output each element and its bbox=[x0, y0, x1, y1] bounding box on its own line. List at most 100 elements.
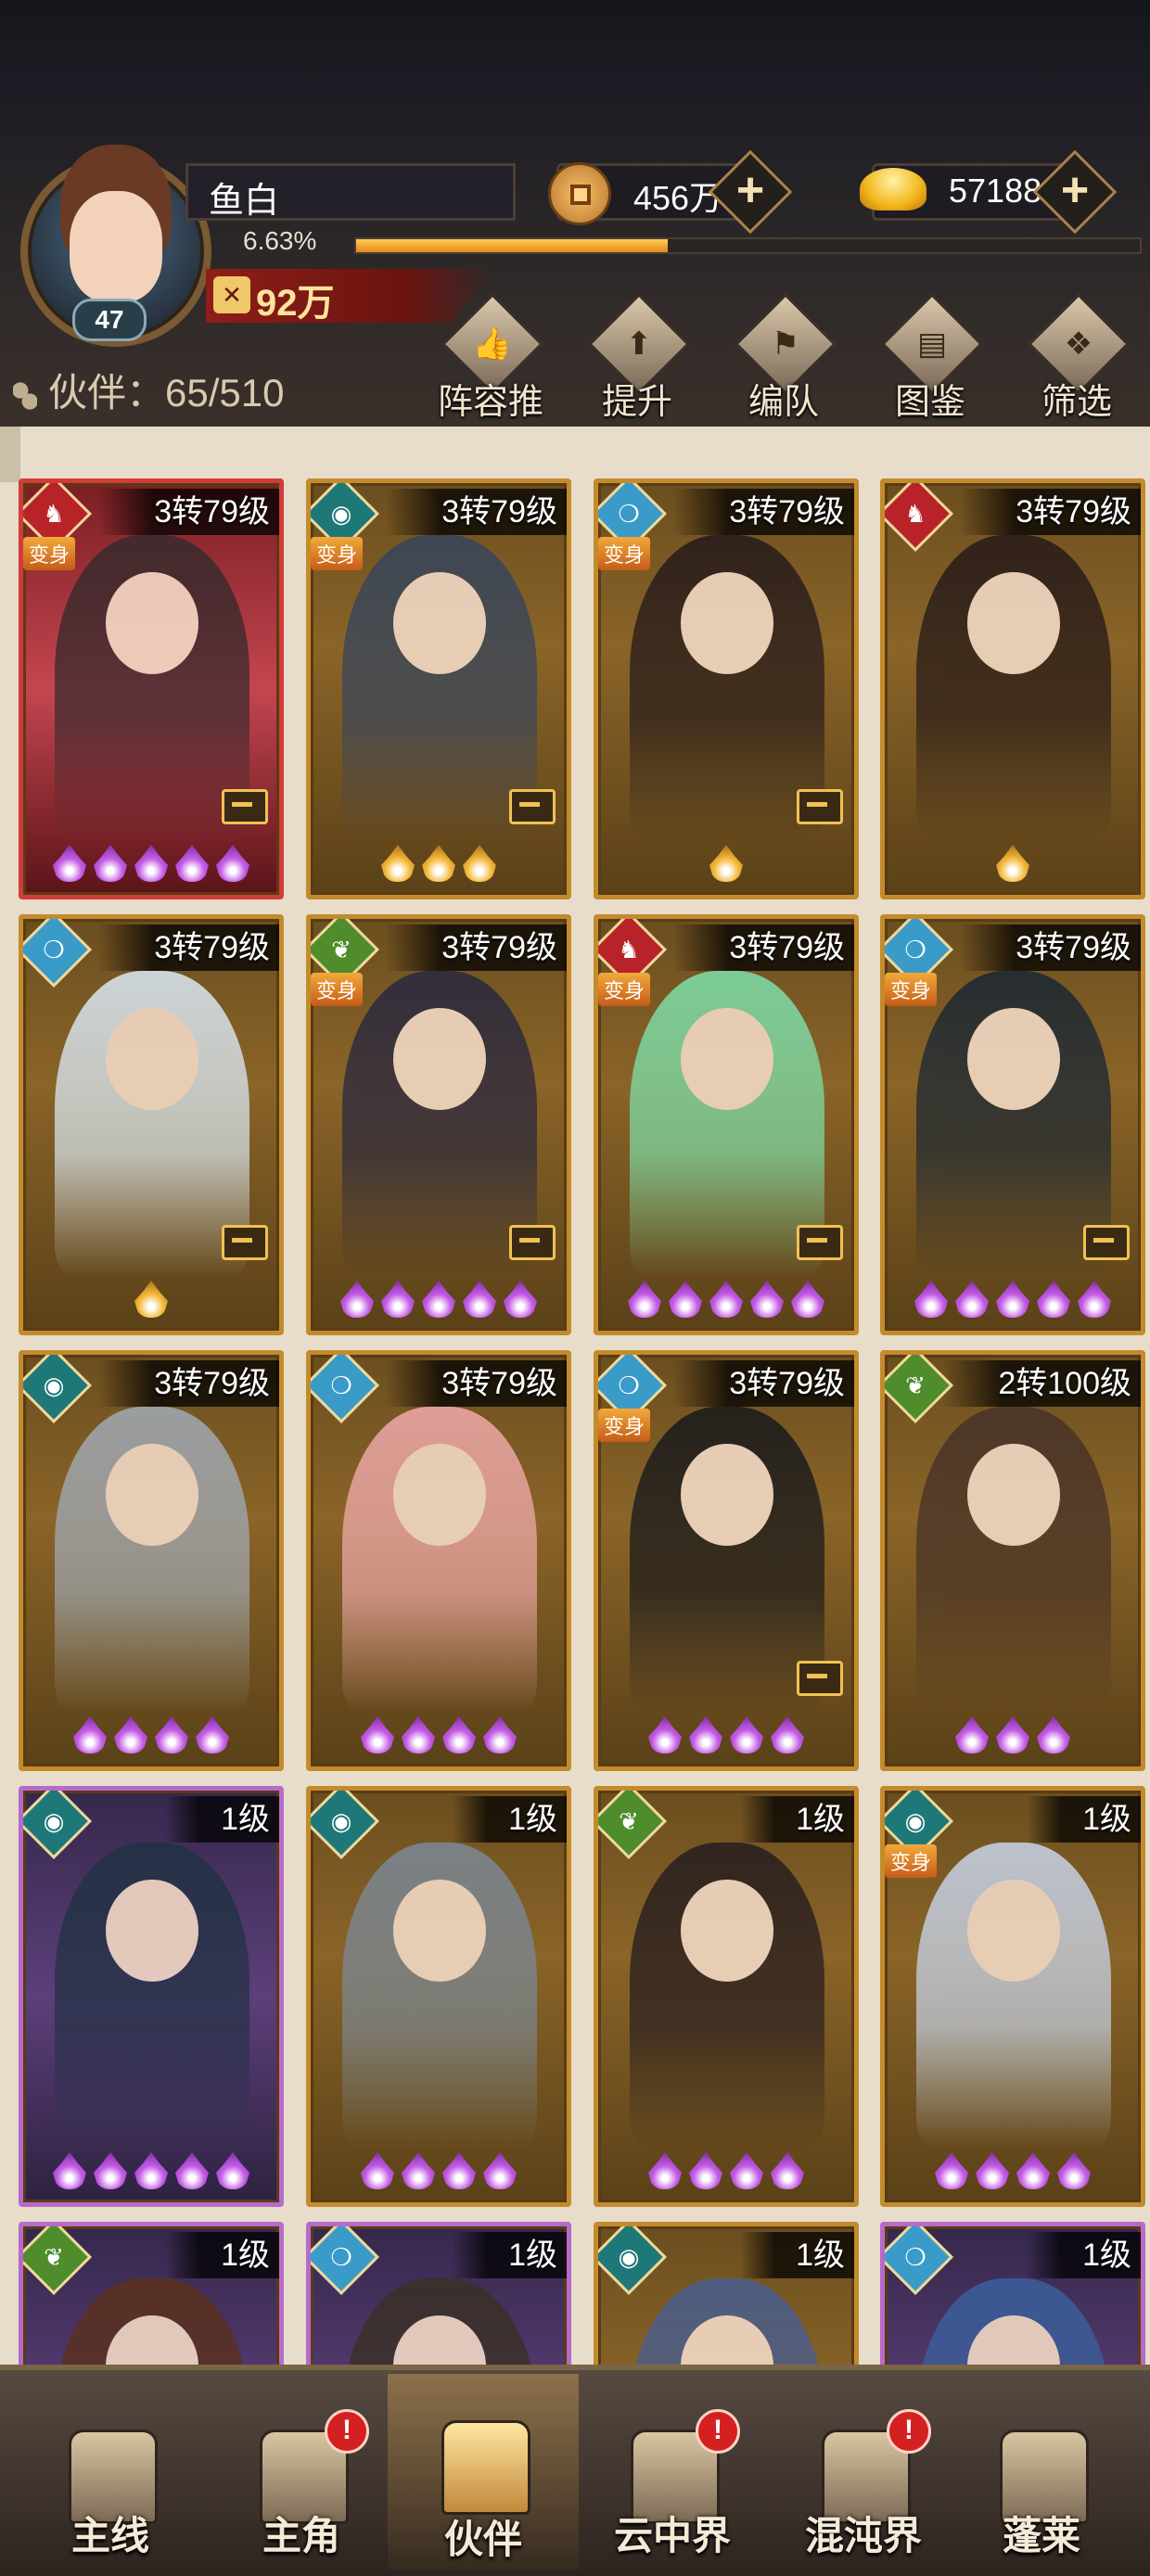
nav-tab-label: 蓬莱 bbox=[1002, 2513, 1080, 2558]
partner-portrait bbox=[342, 1843, 537, 2149]
nav-tab-4[interactable]: ! 混沌界 bbox=[768, 2409, 959, 2567]
water-element-icon: ❍ bbox=[23, 919, 93, 988]
star-flame-icon bbox=[134, 845, 168, 882]
transform-badge: 变身 bbox=[598, 973, 651, 1006]
transform-badge: 变身 bbox=[311, 973, 364, 1006]
element-glyph: ❦ bbox=[331, 936, 351, 963]
partner-portrait bbox=[916, 1407, 1111, 1713]
partner-grid[interactable]: 3转79级 ♞ 变身 3转79级 ◉ 变身 3转79级 ❍ 变身 3转79级 ♞ 3转79级 ❍ 3转79… bbox=[0, 427, 1150, 2365]
toolbar-button-filter[interactable]: ❖ 筛选 bbox=[1007, 292, 1146, 425]
transform-badge: 变身 bbox=[311, 537, 364, 570]
partner-card[interactable]: 3转79级 ❍ 变身 bbox=[594, 1350, 859, 1771]
element-glyph: ♞ bbox=[618, 936, 640, 963]
star-rating bbox=[311, 1716, 567, 1757]
star-flame-icon bbox=[689, 2152, 722, 2189]
star-flame-icon bbox=[402, 2152, 435, 2189]
partner-card[interactable]: 3转79级 ♞ bbox=[880, 478, 1145, 899]
partner-card[interactable]: 1级 ◉ 变身 bbox=[880, 1786, 1145, 2207]
nav-tab-icon bbox=[441, 2420, 530, 2515]
partner-card[interactable]: 3转79级 ❍ bbox=[306, 1350, 571, 1771]
equipment-icon bbox=[1083, 1225, 1130, 1260]
star-flame-icon bbox=[771, 1716, 804, 1753]
element-glyph: ❍ bbox=[618, 500, 640, 528]
partner-card[interactable]: 3转79级 ❍ 变身 bbox=[880, 914, 1145, 1335]
partner-card[interactable]: 2转100级 ❦ bbox=[880, 1350, 1145, 1771]
partner-card[interactable]: 1级 ◉ bbox=[19, 1786, 284, 2207]
toolbar-button-label: 编队 bbox=[748, 381, 819, 422]
partner-portrait bbox=[342, 1407, 537, 1713]
toolbar-button-codex[interactable]: ▤ 图鉴 bbox=[861, 292, 1000, 425]
element-glyph: ❍ bbox=[330, 2243, 352, 2271]
partner-level: 3转79级 bbox=[673, 925, 854, 971]
transform-badge: 变身 bbox=[885, 1844, 938, 1878]
alert-badge-icon: ! bbox=[696, 2409, 740, 2454]
element-glyph: ◉ bbox=[43, 1371, 65, 1399]
equipment-icon bbox=[509, 1225, 556, 1260]
star-rating bbox=[23, 845, 279, 886]
partner-card[interactable]: 3转79级 ❍ bbox=[19, 914, 284, 1335]
star-flame-icon bbox=[175, 845, 209, 882]
star-flame-icon bbox=[463, 845, 496, 882]
star-flame-icon bbox=[996, 1281, 1029, 1318]
water-element-icon: ❍ bbox=[311, 2226, 380, 2296]
star-flame-icon bbox=[175, 2152, 209, 2189]
toolbar-button-label: 提升 bbox=[601, 381, 672, 422]
partner-card[interactable]: 3转79级 ❦ 变身 bbox=[306, 914, 571, 1335]
nav-tab-3[interactable]: ! 云中界 bbox=[577, 2409, 768, 2567]
transform-badge: 变身 bbox=[23, 537, 76, 570]
partner-level: 1级 bbox=[453, 2232, 567, 2278]
nav-tab-2[interactable]: 伙伴 bbox=[388, 2374, 579, 2570]
equipment-icon bbox=[797, 789, 843, 824]
nav-tab-1[interactable]: ! 主角 bbox=[206, 2409, 397, 2567]
star-flame-icon bbox=[669, 1281, 702, 1318]
partner-card[interactable]: 3转79级 ♞ 变身 bbox=[594, 914, 859, 1335]
star-flame-icon bbox=[483, 2152, 517, 2189]
toolbar-button-formation[interactable]: 👍阵容推荐 bbox=[421, 292, 560, 473]
wood-element-icon: ❦ bbox=[598, 1791, 668, 1860]
partner-card[interactable]: 3转79级 ◉ 变身 bbox=[306, 478, 571, 899]
gold-ingot-icon bbox=[860, 168, 926, 210]
star-flame-icon bbox=[361, 2152, 394, 2189]
partner-card[interactable]: 1级 ❍ bbox=[306, 2222, 571, 2365]
transform-badge: 变身 bbox=[885, 973, 938, 1006]
add-copper-button[interactable]: + bbox=[708, 149, 793, 235]
star-rating bbox=[598, 1281, 854, 1321]
partner-portrait bbox=[630, 971, 824, 1277]
nav-tab-label: 伙伴 bbox=[443, 2517, 522, 2562]
element-glyph: ♞ bbox=[904, 500, 926, 528]
partner-level: 3转79级 bbox=[386, 1360, 567, 1407]
wood-element-icon: ❦ bbox=[23, 2226, 93, 2296]
star-flame-icon bbox=[1016, 2152, 1050, 2189]
nav-tab-0[interactable]: 主线 bbox=[15, 2409, 206, 2567]
element-glyph: ❍ bbox=[618, 1371, 640, 1399]
star-flame-icon bbox=[463, 1281, 496, 1318]
partner-card[interactable]: 3转79级 ♞ 变身 bbox=[19, 478, 284, 899]
partner-card[interactable]: 3转79级 ◉ bbox=[19, 1350, 284, 1771]
partner-portrait bbox=[630, 535, 824, 841]
element-glyph: ♞ bbox=[43, 500, 65, 528]
transform-badge: 变身 bbox=[598, 1409, 651, 1442]
alert-badge-icon: ! bbox=[887, 2409, 931, 2454]
star-flame-icon bbox=[730, 2152, 763, 2189]
teal-element-icon: ◉ bbox=[598, 2226, 668, 2296]
toolbar-button-team[interactable]: ⚑ 编队 bbox=[714, 292, 853, 425]
partner-card[interactable]: 1级 ❍ bbox=[880, 2222, 1145, 2365]
add-gold-button[interactable]: + bbox=[1032, 149, 1118, 235]
partner-card[interactable]: 1级 ❦ bbox=[594, 1786, 859, 2207]
partner-level: 1级 bbox=[453, 1796, 567, 1843]
star-rating bbox=[311, 1281, 567, 1321]
nav-tab-label: 主角 bbox=[262, 2513, 340, 2558]
star-flame-icon bbox=[483, 1716, 517, 1753]
star-rating bbox=[311, 2152, 567, 2193]
star-flame-icon bbox=[94, 845, 127, 882]
partner-card[interactable]: 1级 ◉ bbox=[594, 2222, 859, 2365]
partner-card[interactable]: 3转79级 ❍ 变身 bbox=[594, 478, 859, 899]
partner-level: 3转79级 bbox=[960, 489, 1141, 535]
nav-tab-5[interactable]: 蓬莱 bbox=[946, 2409, 1137, 2567]
partner-card[interactable]: 1级 ❦ bbox=[19, 2222, 284, 2365]
partner-level: 1级 bbox=[1027, 2232, 1141, 2278]
partner-level: 3转79级 bbox=[673, 1360, 854, 1407]
partner-card[interactable]: 1级 ◉ bbox=[306, 1786, 571, 2207]
toolbar-button-upgrade[interactable]: ⬆ 提升 bbox=[568, 292, 707, 425]
partner-level: 2转100级 bbox=[942, 1360, 1141, 1407]
